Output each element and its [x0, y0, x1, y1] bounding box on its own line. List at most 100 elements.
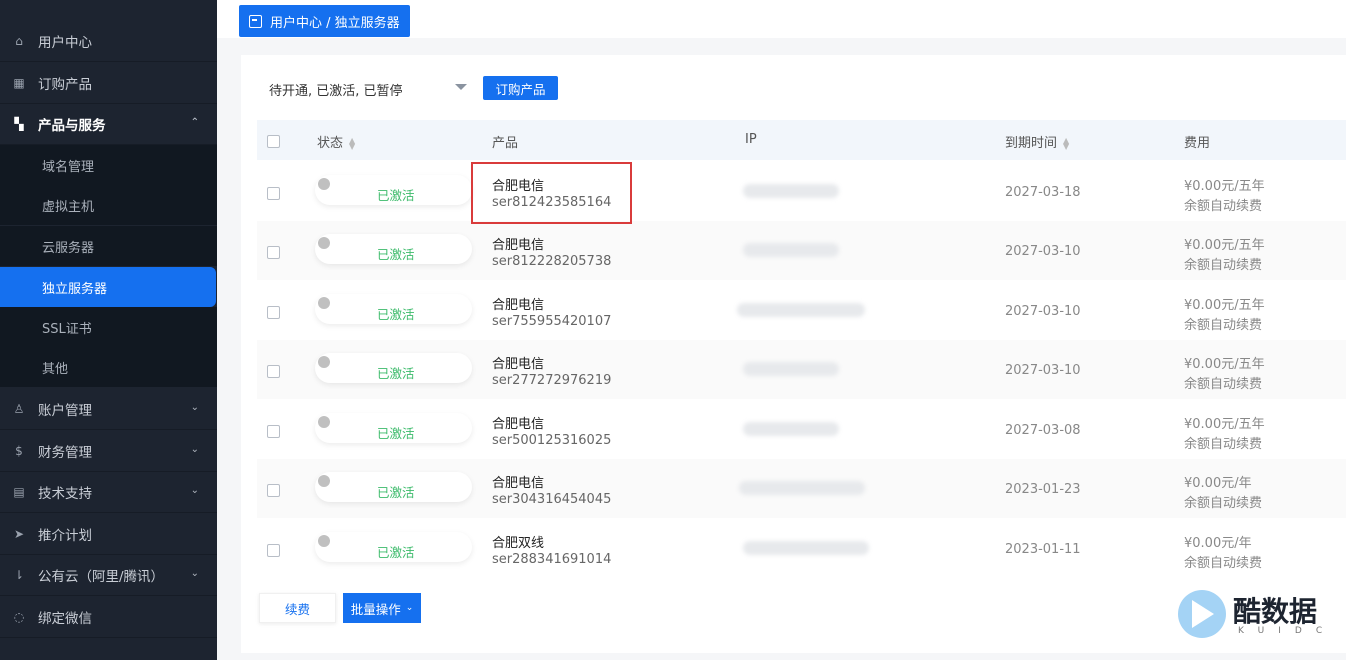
status-label: 已激活: [377, 545, 415, 560]
table-row[interactable]: 已激活 合肥电信 ser812423585164 2027-03-18 ¥0.0…: [257, 162, 1346, 221]
ticket-icon: ▤: [13, 485, 25, 499]
sidebar-item-label: 用户中心: [38, 35, 92, 51]
product-name[interactable]: 合肥电信: [492, 413, 544, 432]
order-product-button[interactable]: 订购产品: [483, 76, 558, 100]
breadcrumb: 用户中心 / 独立服务器: [270, 15, 400, 31]
ip-redacted: [743, 541, 869, 555]
grid-icon: ▦: [13, 76, 25, 90]
product-id[interactable]: ser755955420107: [492, 314, 611, 329]
status-label: 已激活: [377, 307, 415, 322]
sidebar-subitem-cloud-server[interactable]: 云服务器: [0, 226, 217, 266]
status-dot: [318, 356, 330, 368]
status-label: 已激活: [377, 366, 415, 381]
table-row[interactable]: 已激活 合肥电信 ser277272976219 2027-03-10 ¥0.0…: [257, 340, 1346, 399]
dollar-icon: $: [15, 444, 23, 458]
product-name[interactable]: 合肥电信: [492, 234, 544, 253]
sidebar-subitem-label: 其他: [42, 361, 69, 377]
sidebar-item-label: 财务管理: [38, 445, 92, 461]
header-expiry[interactable]: 到期时间 ▲ ▼: [1005, 132, 1069, 151]
chevron-up-icon: ⌃: [190, 117, 199, 128]
product-id[interactable]: ser304316454045: [492, 492, 611, 507]
watermark: 酷数据 KUIDC: [1178, 588, 1338, 643]
product-name[interactable]: 合肥电信: [492, 294, 544, 313]
row-checkbox[interactable]: [267, 425, 280, 438]
select-all-checkbox[interactable]: [267, 135, 280, 148]
status-filter-select[interactable]: 待开通, 已激活, 已暂停: [269, 77, 475, 101]
product-name[interactable]: 合肥电信: [492, 472, 544, 491]
row-checkbox[interactable]: [267, 246, 280, 259]
sidebar-item-user-center[interactable]: ⌂ 用户中心: [0, 21, 217, 62]
apps-icon: ▚: [14, 117, 24, 131]
header-status[interactable]: 状态 ▲ ▼: [317, 132, 355, 151]
expiry-date: 2027-03-10: [1005, 304, 1081, 319]
chevron-down-icon: ⌄: [190, 568, 199, 579]
row-checkbox[interactable]: [267, 484, 280, 497]
ip-redacted: [737, 303, 865, 317]
expiry-date: 2023-01-23: [1005, 482, 1081, 497]
filter-icon: [455, 84, 467, 90]
row-checkbox[interactable]: [267, 306, 280, 319]
breadcrumb-tab[interactable]: 用户中心 / 独立服务器: [239, 5, 410, 37]
renew-button[interactable]: 续费: [259, 593, 336, 623]
renew-mode: 余额自动续费: [1184, 258, 1263, 273]
ip-redacted: [743, 422, 839, 436]
renew-mode: 余额自动续费: [1184, 318, 1263, 333]
status-dot: [318, 475, 330, 487]
sidebar-subitem-label: 虚拟主机: [42, 199, 95, 215]
login-icon: [249, 14, 262, 28]
fee-amount: ¥0.00元/五年: [1184, 179, 1265, 194]
ip-redacted: [743, 362, 839, 376]
product-name[interactable]: 合肥电信: [492, 353, 544, 372]
table-row[interactable]: 已激活 合肥电信 ser812228205738 2027-03-10 ¥0.0…: [257, 221, 1346, 280]
sidebar-item-label: 推介计划: [38, 528, 92, 544]
table-row[interactable]: 已激活 合肥电信 ser755955420107 2027-03-10 ¥0.0…: [257, 281, 1346, 340]
table-row[interactable]: 已激活 合肥电信 ser304316454045 2023-01-23 ¥0.0…: [257, 459, 1346, 518]
sidebar-item-account[interactable]: ♙ 账户管理 ⌄: [0, 389, 217, 430]
product-id[interactable]: ser288341691014: [492, 552, 611, 567]
sidebar-item-order[interactable]: ▦ 订购产品: [0, 63, 217, 104]
product-name[interactable]: 合肥双线: [492, 532, 544, 551]
row-checkbox[interactable]: [267, 365, 280, 378]
fee-amount: ¥0.00元/五年: [1184, 417, 1265, 432]
row-checkbox[interactable]: [267, 187, 280, 200]
sidebar-subitem-dedicated-server[interactable]: 独立服务器: [0, 267, 216, 307]
sort-icon: ▲ ▼: [349, 135, 356, 151]
sidebar-subitem-other[interactable]: 其他: [0, 347, 217, 387]
chevron-down-icon: ⌄: [405, 603, 414, 613]
sidebar-subitem-domain[interactable]: 域名管理: [0, 145, 217, 185]
product-id[interactable]: ser277272976219: [492, 373, 611, 388]
header-product: 产品: [492, 136, 519, 151]
sidebar: ⌂ 用户中心 ▦ 订购产品 ▚ 产品与服务 ⌃ 域名管理 虚拟主机 云服务器 独…: [0, 0, 217, 660]
sidebar-subitem-ssl[interactable]: SSL证书: [0, 307, 217, 347]
sidebar-subitem-vhost[interactable]: 虚拟主机: [0, 185, 217, 225]
renew-mode: 余额自动续费: [1184, 377, 1263, 392]
chevron-down-icon: ⌄: [190, 402, 199, 413]
header-expiry-label: 到期时间: [1005, 136, 1058, 151]
fee-amount: ¥0.00元/五年: [1184, 298, 1265, 313]
renew-mode: 余额自动续费: [1184, 437, 1263, 452]
sidebar-item-referral[interactable]: ➤ 推介计划: [0, 514, 217, 555]
renew-mode: 余额自动续费: [1184, 496, 1263, 511]
ip-redacted: [743, 184, 839, 198]
product-id[interactable]: ser500125316025: [492, 433, 611, 448]
row-checkbox[interactable]: [267, 544, 280, 557]
table-row[interactable]: 已激活 合肥电信 ser500125316025 2027-03-08 ¥0.0…: [257, 400, 1346, 459]
product-id[interactable]: ser812228205738: [492, 254, 611, 269]
sidebar-item-products-services[interactable]: ▚ 产品与服务 ⌃: [0, 104, 217, 145]
header-status-label: 状态: [317, 136, 344, 151]
sidebar-subitem-label: 域名管理: [42, 159, 95, 175]
expiry-date: 2027-03-10: [1005, 363, 1081, 378]
watermark-logo-icon: [1178, 590, 1226, 638]
status-label: 已激活: [377, 247, 415, 262]
sidebar-item-finance[interactable]: $ 财务管理 ⌄: [0, 431, 217, 472]
sidebar-item-public-cloud[interactable]: ⇂ 公有云（阿里/腾讯） ⌄: [0, 555, 217, 596]
table-row[interactable]: 已激活 合肥双线 ser288341691014 2023-01-11 ¥0.0…: [257, 519, 1346, 578]
highlight-box: [471, 162, 632, 224]
status-label: 已激活: [377, 188, 415, 203]
sidebar-item-wechat[interactable]: ◌ 绑定微信: [0, 597, 217, 638]
batch-operation-button[interactable]: 批量操作 ⌄: [343, 593, 421, 623]
fee-amount: ¥0.00元/年: [1184, 476, 1252, 491]
status-dot: [318, 416, 330, 428]
status-dot: [318, 237, 330, 249]
sidebar-item-support[interactable]: ▤ 技术支持 ⌄: [0, 472, 217, 513]
